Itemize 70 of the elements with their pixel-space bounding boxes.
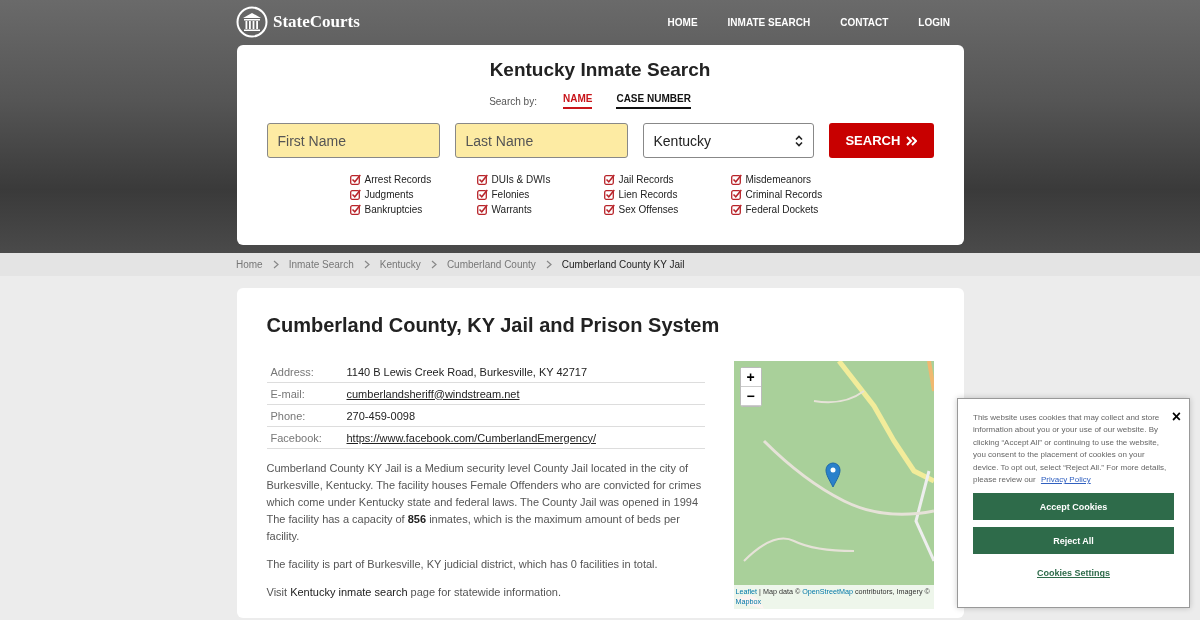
map-pin-icon[interactable] xyxy=(824,462,841,488)
dropdown-arrows-icon xyxy=(795,134,804,147)
record-type-label: Sex Offenses xyxy=(618,204,679,215)
nav-link[interactable]: HOME xyxy=(667,16,698,28)
checkbox-icon[interactable] xyxy=(603,204,615,215)
search-title: Kentucky Inmate Search xyxy=(488,59,712,81)
state-search-link[interactable]: Kentucky inmate search xyxy=(290,586,408,598)
cookie-settings-link[interactable]: Cookies Settings xyxy=(1037,568,1110,579)
breadcrumb-link[interactable]: Home xyxy=(236,259,263,270)
record-type-label: Judgments xyxy=(364,189,414,200)
courthouse-columns-icon xyxy=(236,6,268,38)
detail-label: Phone: xyxy=(270,409,306,422)
chevron-right-icon xyxy=(272,260,279,269)
checkbox-icon[interactable] xyxy=(349,189,361,200)
nav-link[interactable]: INMATE SEARCH xyxy=(727,16,811,28)
search-tab[interactable]: NAME xyxy=(562,93,593,109)
reject-all-button[interactable]: Reject All xyxy=(973,527,1174,555)
search-tab[interactable]: CASE NUMBER xyxy=(616,93,691,109)
accept-cookies-button[interactable]: Accept Cookies xyxy=(973,493,1174,521)
detail-label: E-mail: xyxy=(270,387,305,400)
nav-link[interactable]: LOGIN xyxy=(918,16,950,28)
checkbox-icon[interactable] xyxy=(476,204,488,215)
record-type-label: Arrest Records xyxy=(364,174,432,185)
record-type-label: Warrants xyxy=(491,204,532,215)
close-button[interactable]: × xyxy=(1171,409,1181,425)
detail-label: Facebook: xyxy=(270,431,322,444)
record-type-label: Lien Records xyxy=(618,189,678,200)
checkbox-icon[interactable] xyxy=(603,189,615,200)
chevron-right-icon xyxy=(363,260,370,269)
record-type-label: Criminal Records xyxy=(745,189,823,200)
detail-link[interactable]: cumberlandsheriff@windstream.net xyxy=(346,387,520,400)
record-type-label: DUIs & DWIs xyxy=(491,174,551,185)
detail-value: 270-459-0098 xyxy=(346,409,415,422)
detail-value: 1140 B Lewis Creek Road, Burkesville, KY 42717 xyxy=(346,365,587,378)
double-chevron-icon xyxy=(906,135,918,146)
chevron-right-icon xyxy=(430,260,437,269)
state-select[interactable]: Kentucky xyxy=(642,123,815,158)
checkbox-icon[interactable] xyxy=(603,174,615,185)
search-by-label: Search by: xyxy=(489,95,537,107)
nav-link[interactable]: CONTACT xyxy=(840,16,889,28)
paragraph: Visit Kentucky inmate search page for statewide information. xyxy=(266,585,562,600)
record-type-label: Misdemeanors xyxy=(745,174,812,185)
checkbox-icon[interactable] xyxy=(476,189,488,200)
cookie-notice-text: This website uses cookies that may collect and store information about you or your use of our website. By clicking “Accept All” or continuing to use the website, you consent to the placement of cookies on your device. To opt out, select “Reject All.” For more details, please review our Privacy Policy xyxy=(973,412,1168,487)
checkbox-icon[interactable] xyxy=(730,174,742,185)
privacy-policy-link[interactable]: Privacy Policy xyxy=(1040,475,1091,485)
breadcrumb-link[interactable]: Inmate Search xyxy=(288,259,354,270)
record-type-label: Felonies xyxy=(491,189,530,200)
breadcrumb-link[interactable]: Cumberland County xyxy=(446,259,536,270)
first-name-field[interactable]: First Name xyxy=(266,123,440,158)
zoom-in-button[interactable]: + xyxy=(740,368,761,387)
facility-title: Cumberland County, KY Jail and Prison System xyxy=(266,314,721,337)
checkbox-icon[interactable] xyxy=(730,204,742,215)
paragraph: Cumberland County KY Jail is a Medium security level County Jail located in the city of Burkesville, Kentucky. The facility houses Female Offenders who are convicted for crimes which come under Kentucky state and federal laws. The County Jail was opened in 1994 The facility has a capacity of 856 inmates, which is the maximum amount of beds per facility. xyxy=(266,461,703,544)
search-button[interactable]: SEARCH xyxy=(829,123,934,158)
paragraph: The facility is part of Burkesville, KY judicial district, which has 0 facilities in total. xyxy=(266,557,659,572)
detail-label: Address: xyxy=(270,365,314,378)
checkbox-icon[interactable] xyxy=(349,204,361,215)
chevron-right-icon xyxy=(545,260,552,269)
record-type-label: Jail Records xyxy=(618,174,674,185)
record-type-label: Bankruptcies xyxy=(364,204,423,215)
checkbox-icon[interactable] xyxy=(349,174,361,185)
breadcrumb-link[interactable]: Cumberland County KY Jail xyxy=(561,259,685,270)
checkbox-icon[interactable] xyxy=(476,174,488,185)
record-type-label: Federal Dockets xyxy=(745,204,819,215)
checkbox-icon[interactable] xyxy=(730,189,742,200)
site-logo-text[interactable]: StateCourts xyxy=(273,12,360,32)
detail-link[interactable]: https://www.facebook.com/CumberlandEmergency/ xyxy=(346,431,596,444)
breadcrumb-link[interactable]: Kentucky xyxy=(379,259,421,270)
last-name-field[interactable]: Last Name xyxy=(454,123,628,158)
